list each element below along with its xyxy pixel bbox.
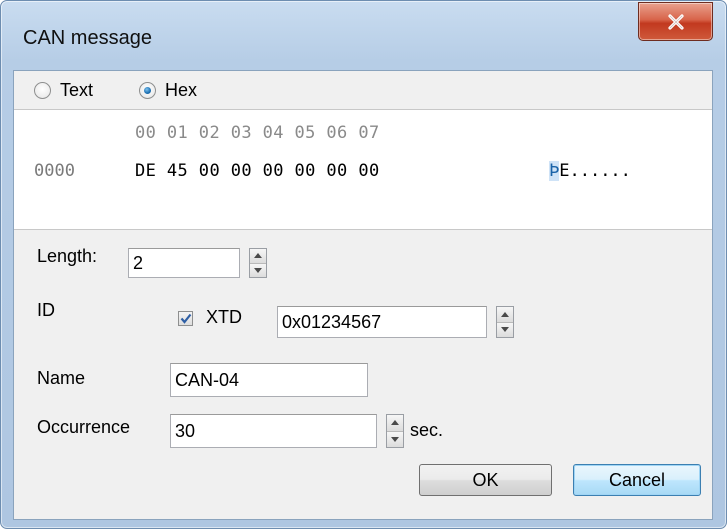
length-stepper[interactable] [249,248,267,278]
close-button[interactable] [638,2,713,41]
id-stepper[interactable] [496,306,514,338]
hex-mode-radio[interactable]: Hex [139,80,197,101]
mode-selector: Text Hex [14,71,712,109]
occurrence-unit: sec. [410,420,444,440]
name-input[interactable]: CAN-04 [170,363,368,397]
hex-row-ascii[interactable]: ÞE...... [549,161,631,181]
close-icon [667,13,684,30]
hex-mode-label: Hex [165,80,198,100]
xtd-checkbox[interactable] [178,311,193,326]
name-label: Name [37,368,86,388]
occurrence-input[interactable]: 30 [170,414,377,448]
radio-button[interactable] [34,82,51,99]
ascii-selection: Þ [549,161,560,181]
checkmark-icon [180,313,191,324]
id-down-arrow-icon[interactable] [497,321,513,337]
cancel-button[interactable]: Cancel [573,464,701,496]
occurrence-stepper[interactable] [386,414,404,448]
length-label: Length: [37,246,98,266]
hex-editor[interactable]: 00 01 02 03 04 05 06 07 0000 DE 45 00 00… [14,109,712,230]
id-up-arrow-icon[interactable] [497,307,513,322]
text-mode-radio[interactable]: Text [34,80,93,101]
radio-button-checked[interactable] [139,82,156,99]
hex-row-bytes[interactable]: DE 45 00 00 00 00 00 00 [135,161,380,181]
occurrence-up-arrow-icon[interactable] [387,415,403,431]
id-input[interactable]: 0x01234567 [277,306,487,338]
occurrence-label: Occurrence [37,417,131,437]
occurrence-down-arrow-icon[interactable] [387,430,403,447]
hex-column-header: 00 01 02 03 04 05 06 07 [135,123,380,143]
ascii-text: E...... [559,161,631,181]
length-up-arrow-icon[interactable] [250,249,266,263]
xtd-label: XTD [206,307,242,327]
id-label: ID [37,300,55,320]
dialog-window: CAN message Text Hex 00 01 02 03 04 05 0… [0,0,727,529]
dialog-body: Text Hex 00 01 02 03 04 05 06 07 0000 DE… [13,70,713,520]
length-input[interactable]: 2 [128,248,240,278]
ok-button[interactable]: OK [419,464,552,496]
hex-row-offset: 0000 [34,161,75,181]
length-down-arrow-icon[interactable] [250,262,266,277]
window-title: CAN message [23,27,152,49]
text-mode-label: Text [60,80,94,100]
